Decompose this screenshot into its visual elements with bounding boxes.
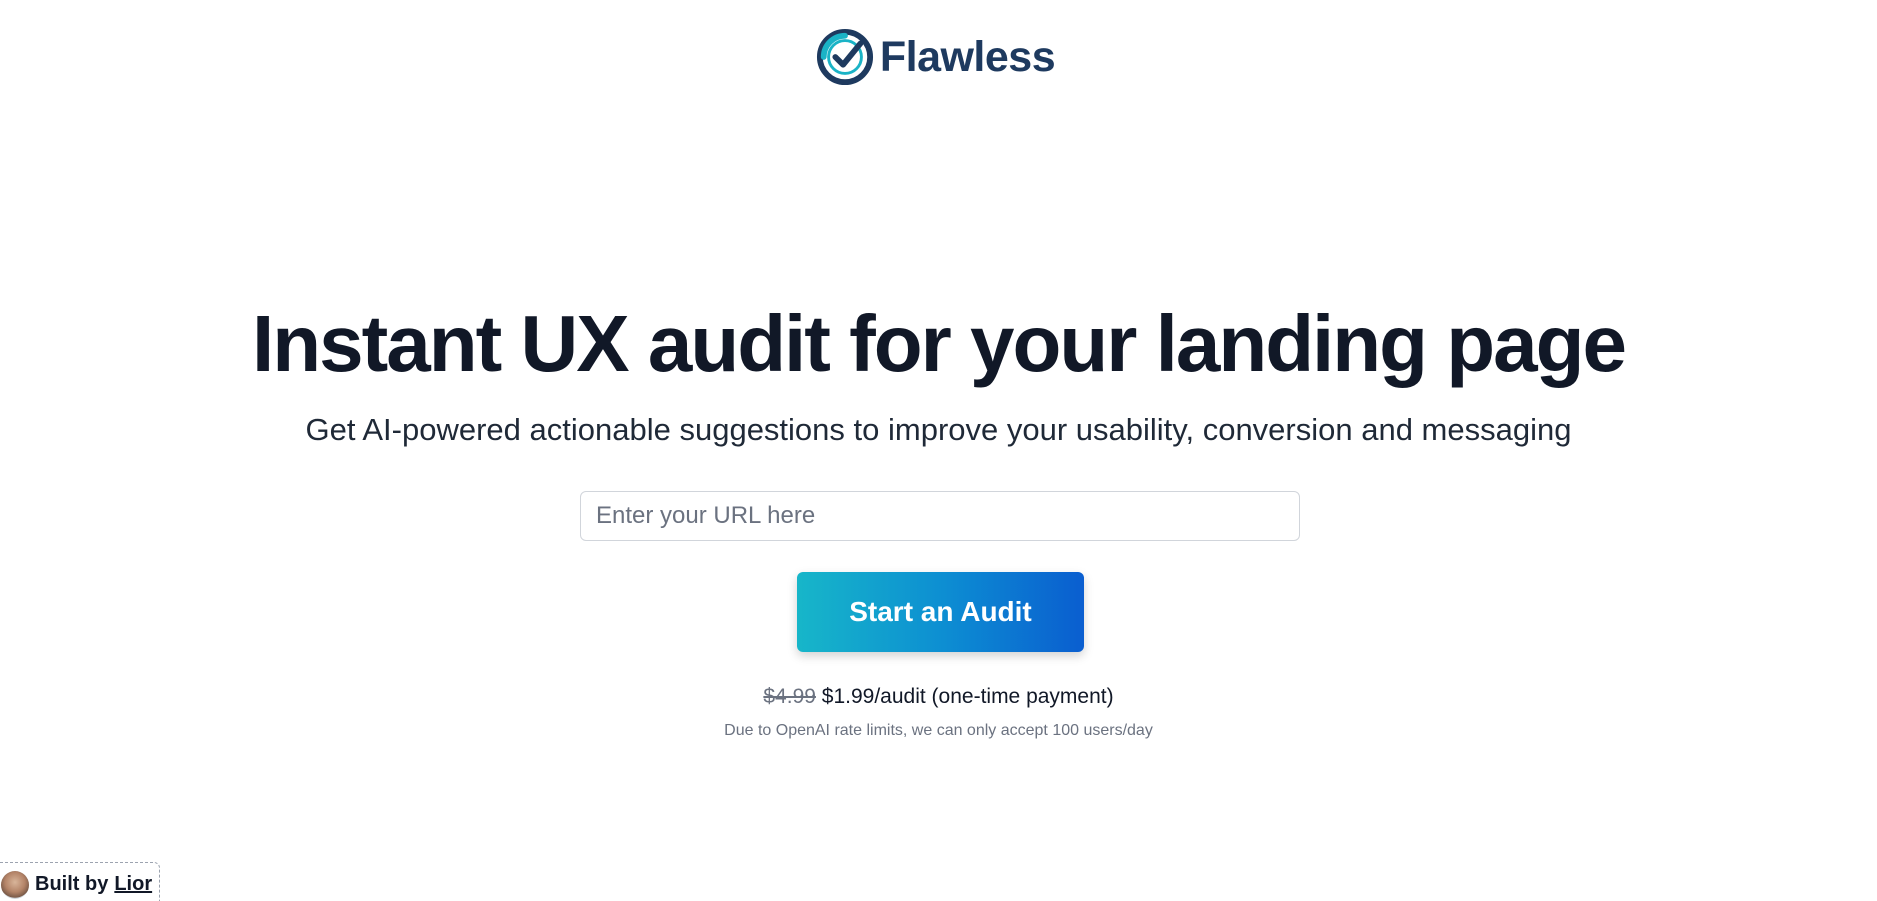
built-by-badge[interactable]: Built by Lior (0, 862, 160, 901)
avatar (1, 870, 29, 899)
rate-limit-notice: Due to OpenAI rate limits, we can only a… (724, 722, 1153, 739)
landing-page: Flawless Instant UX audit for your landi… (0, 0, 1877, 901)
built-by-prefix: Built by (35, 873, 109, 895)
logo-link[interactable]: Flawless (816, 28, 1056, 86)
author-link[interactable]: Lior (114, 873, 152, 896)
page-subtitle: Get AI-powered actionable suggestions to… (305, 412, 1572, 447)
current-price: $1.99/audit (one-time payment) (821, 685, 1114, 708)
check-badge-icon (816, 28, 873, 86)
start-audit-button[interactable]: Start an Audit (797, 572, 1084, 652)
old-price: $4.99 (763, 685, 816, 708)
header-logo: Flawless (0, 28, 1877, 86)
page-title: Instant UX audit for your landing page (252, 299, 1627, 388)
pricing-text: $4.99 $1.99/audit (one-time payment) (0, 685, 1877, 709)
url-input[interactable] (580, 491, 1300, 541)
brand-name: Flawless (879, 32, 1056, 81)
